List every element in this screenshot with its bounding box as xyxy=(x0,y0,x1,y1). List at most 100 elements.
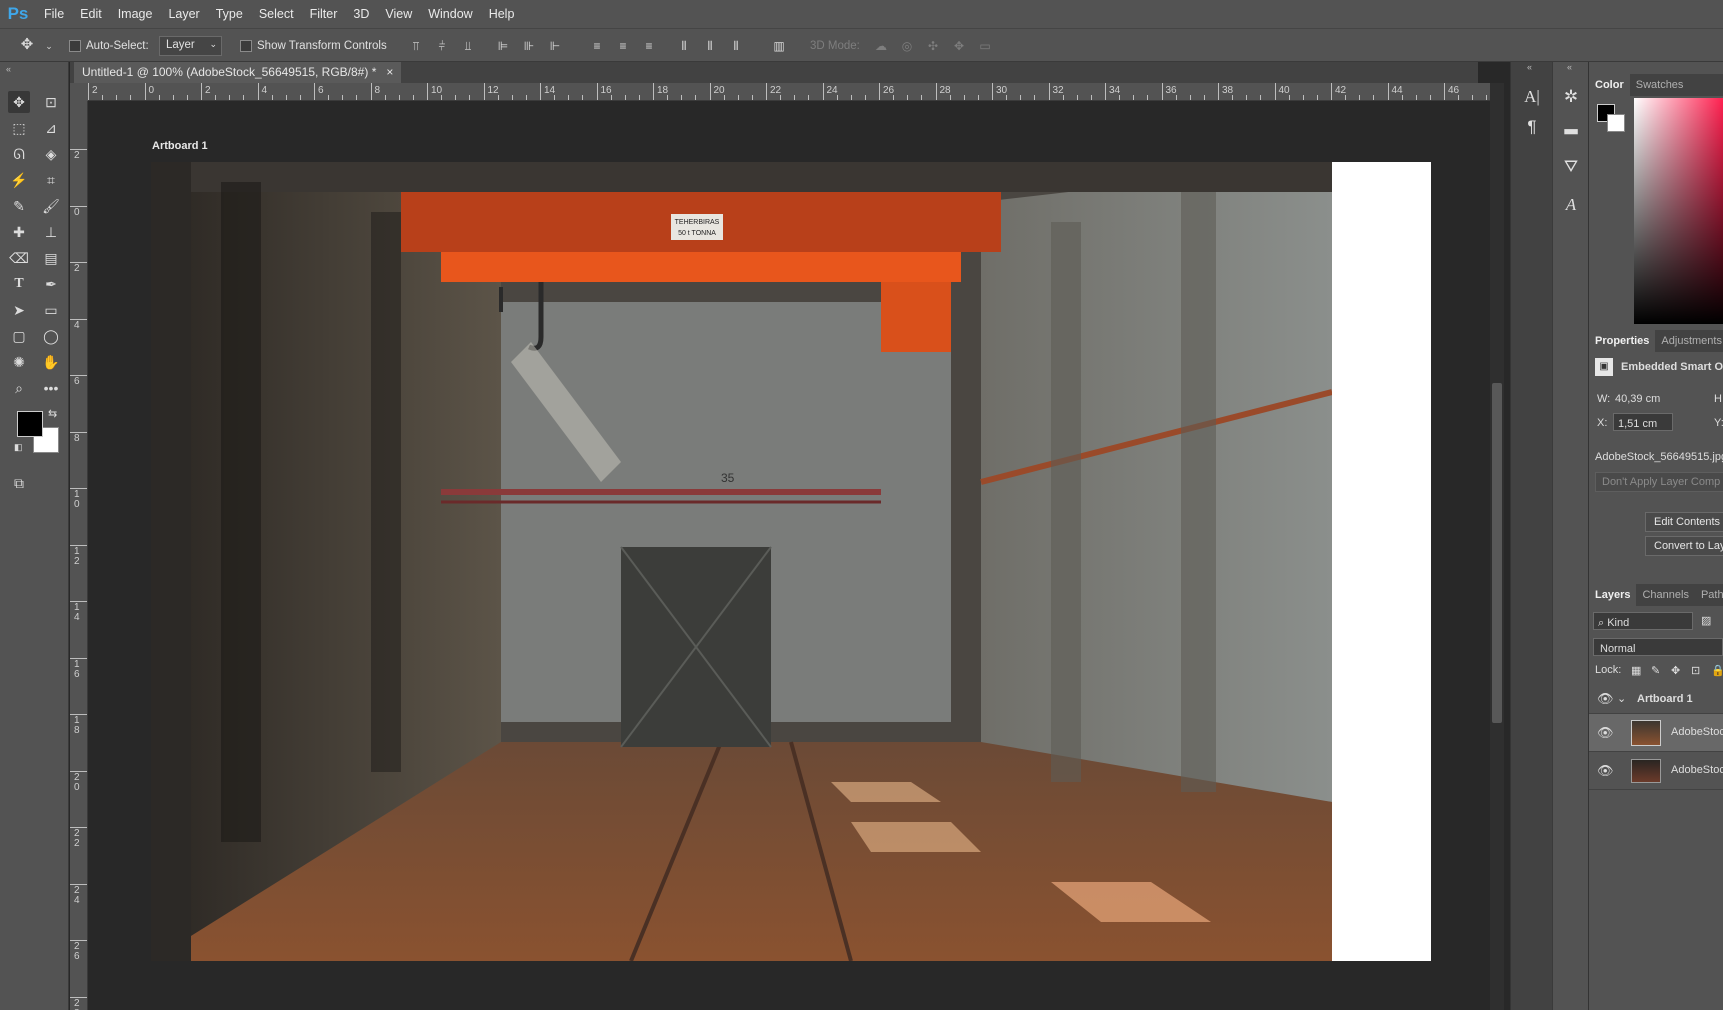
visibility-eye-icon[interactable]: 👁 xyxy=(1597,725,1614,741)
zoom-tool-icon[interactable]: ⌕ xyxy=(8,377,30,399)
embedded-photo[interactable]: TEHERBIRAS 50 t TONNA 35 xyxy=(151,162,1332,961)
collapse-icon[interactable]: « xyxy=(6,64,11,74)
3d-roll-icon[interactable]: ◎ xyxy=(900,39,914,53)
w-value[interactable]: 40,39 cm xyxy=(1615,393,1660,405)
collapse-icon[interactable]: « xyxy=(1567,62,1572,72)
layer-row-smart-object[interactable]: 👁 AdobeStock_56649515 xyxy=(1589,714,1723,752)
vertical-ruler[interactable]: 20246810121416182022242628 xyxy=(70,101,88,1010)
scrollbar-thumb[interactable] xyxy=(1492,383,1502,723)
document-tab[interactable]: Untitled-1 @ 100% (AdobeStock_56649515, … xyxy=(74,62,402,83)
polygon-lasso-icon[interactable]: ⊿ xyxy=(40,117,62,139)
type-tool-icon[interactable]: T xyxy=(8,273,30,295)
artboard-label[interactable]: Artboard 1 xyxy=(152,140,208,152)
menu-view[interactable]: View xyxy=(377,7,420,21)
close-icon[interactable]: × xyxy=(386,62,393,83)
menu-select[interactable]: Select xyxy=(251,7,302,21)
chevron-down-icon[interactable]: ⌄ xyxy=(42,39,56,53)
distribute-left-icon[interactable]: ⦀ xyxy=(677,39,691,53)
auto-select-dropdown[interactable]: Layer ⌄ xyxy=(159,36,222,56)
character-icon[interactable]: A| xyxy=(1519,84,1545,110)
distribute-hcenter-icon[interactable]: ⦀ xyxy=(703,39,717,53)
layer-comp-dropdown[interactable]: Don't Apply Layer Comp xyxy=(1595,472,1723,492)
artboard-tool-icon[interactable]: ⊡ xyxy=(40,91,62,113)
lock-artboard-icon[interactable]: ⊡ xyxy=(1691,664,1700,677)
layer-filter-dropdown[interactable]: ⌕ Kind xyxy=(1593,612,1693,630)
visibility-eye-icon[interactable]: 👁 xyxy=(1597,763,1614,779)
glyphs-icon[interactable]: A xyxy=(1558,192,1584,218)
x-field[interactable]: 1,51 cm xyxy=(1613,413,1673,431)
menu-edit[interactable]: Edit xyxy=(72,7,110,21)
rectangle-tool-icon[interactable]: ▭ xyxy=(40,299,62,321)
3d-slide-icon[interactable]: ✥ xyxy=(952,39,966,53)
menu-type[interactable]: Type xyxy=(208,7,251,21)
tab-adjustments[interactable]: Adjustments xyxy=(1655,330,1723,352)
distribute-top-icon[interactable]: ≡ xyxy=(590,39,604,53)
lock-all-icon[interactable]: 🔒 xyxy=(1711,664,1723,677)
auto-select-checkbox[interactable] xyxy=(69,40,81,52)
collapse-icon[interactable]: « xyxy=(1527,62,1532,72)
color-panel-background[interactable] xyxy=(1607,114,1625,132)
3d-orbit-icon[interactable]: ☁ xyxy=(874,39,888,53)
distribute-vcenter-icon[interactable]: ≡ xyxy=(616,39,630,53)
tab-layers[interactable]: Layers xyxy=(1589,584,1637,606)
align-vcenter-icon[interactable]: ⫩ xyxy=(435,39,449,53)
tab-color[interactable]: Color xyxy=(1589,74,1630,96)
clone-stamp-icon[interactable]: ⊥ xyxy=(40,221,62,243)
3d-pan-icon[interactable]: ✣ xyxy=(926,39,940,53)
default-colors-icon[interactable]: ◧ xyxy=(14,442,23,453)
vertical-scrollbar[interactable] xyxy=(1490,83,1504,1010)
menu-layer[interactable]: Layer xyxy=(160,7,207,21)
paint-bucket-icon[interactable]: ◈ xyxy=(40,143,62,165)
eraser-tool-icon[interactable]: ⌫ xyxy=(8,247,30,269)
crop-tool-icon[interactable]: ⌗ xyxy=(40,169,62,191)
layer-row-image[interactable]: 👁 AdobeStock_56649515 xyxy=(1589,752,1723,790)
align-top-icon[interactable]: ⫪ xyxy=(409,39,423,53)
menu-3d[interactable]: 3D xyxy=(345,7,377,21)
align-left-icon[interactable]: ⊫ xyxy=(496,39,510,53)
blend-mode-dropdown[interactable]: Normal xyxy=(1593,638,1723,656)
gradient-tool-icon[interactable]: ▤ xyxy=(40,247,62,269)
align-bottom-icon[interactable]: ⫫ xyxy=(461,39,475,53)
menu-filter[interactable]: Filter xyxy=(302,7,346,21)
rounded-rect-icon[interactable]: ▢ xyxy=(8,325,30,347)
auto-align-icon[interactable]: ▥ xyxy=(772,39,786,53)
hand-tool-icon[interactable]: ✋ xyxy=(40,351,62,373)
more-tools-icon[interactable]: ••• xyxy=(40,377,62,399)
brush-tool-icon[interactable]: 🖌 xyxy=(40,195,62,217)
chevron-down-icon[interactable]: ⌄ xyxy=(1617,692,1626,705)
lock-pixels-icon[interactable]: ✎ xyxy=(1651,664,1660,677)
move-tool-icon[interactable]: ✥ xyxy=(8,91,30,113)
transform-controls-checkbox[interactable] xyxy=(240,40,252,52)
custom-shape-icon[interactable]: ✺ xyxy=(8,351,30,373)
pen-tool-icon[interactable]: ✒ xyxy=(40,273,62,295)
healing-brush-icon[interactable]: ✚ xyxy=(8,221,30,243)
menu-help[interactable]: Help xyxy=(481,7,523,21)
marquee-tool-icon[interactable]: ⬚ xyxy=(8,117,30,139)
align-hcenter-icon[interactable]: ⊪ xyxy=(522,39,536,53)
path-selection-icon[interactable]: ➤ xyxy=(8,299,30,321)
tab-properties[interactable]: Properties xyxy=(1589,330,1656,352)
screen-mode-icon[interactable]: ⧉ xyxy=(8,472,30,494)
3d-scale-icon[interactable]: ▭ xyxy=(978,39,992,53)
tab-swatches[interactable]: Swatches xyxy=(1630,74,1690,96)
tool-presets-icon[interactable]: ⛛ xyxy=(1558,154,1584,180)
menu-window[interactable]: Window xyxy=(420,7,480,21)
visibility-eye-icon[interactable]: 👁 xyxy=(1597,691,1614,707)
menu-file[interactable]: File xyxy=(36,7,72,21)
align-right-icon[interactable]: ⊩ xyxy=(548,39,562,53)
tab-channels[interactable]: Channels xyxy=(1636,584,1694,606)
lasso-tool-icon[interactable]: ᘏ xyxy=(8,143,30,165)
tab-paths[interactable]: Paths xyxy=(1695,584,1723,606)
histogram-icon[interactable]: ▂ xyxy=(1558,112,1584,138)
move-tool-icon[interactable]: ✥ xyxy=(20,37,34,52)
swap-colors-icon[interactable]: ⇆ xyxy=(48,407,57,420)
color-picker-field[interactable] xyxy=(1634,98,1723,324)
lock-position-icon[interactable]: ✥ xyxy=(1671,664,1680,677)
convert-to-layers-button[interactable]: Convert to Layers xyxy=(1645,536,1723,556)
eyedropper-icon[interactable]: ✎ xyxy=(8,195,30,217)
magic-wand-icon[interactable]: ⚡ xyxy=(8,169,30,191)
lock-transparency-icon[interactable]: ▦ xyxy=(1631,664,1641,677)
horizontal-ruler[interactable]: 2 0 2 4 6 8 10 12 14 16 18 20 22 24 26 28 30 32 34 36 38 40 42… xyxy=(88,83,1490,101)
layer-row-artboard[interactable]: 👁 ⌄ Artboard 1 xyxy=(1589,684,1723,714)
navigator-icon[interactable]: ✲ xyxy=(1558,84,1584,110)
